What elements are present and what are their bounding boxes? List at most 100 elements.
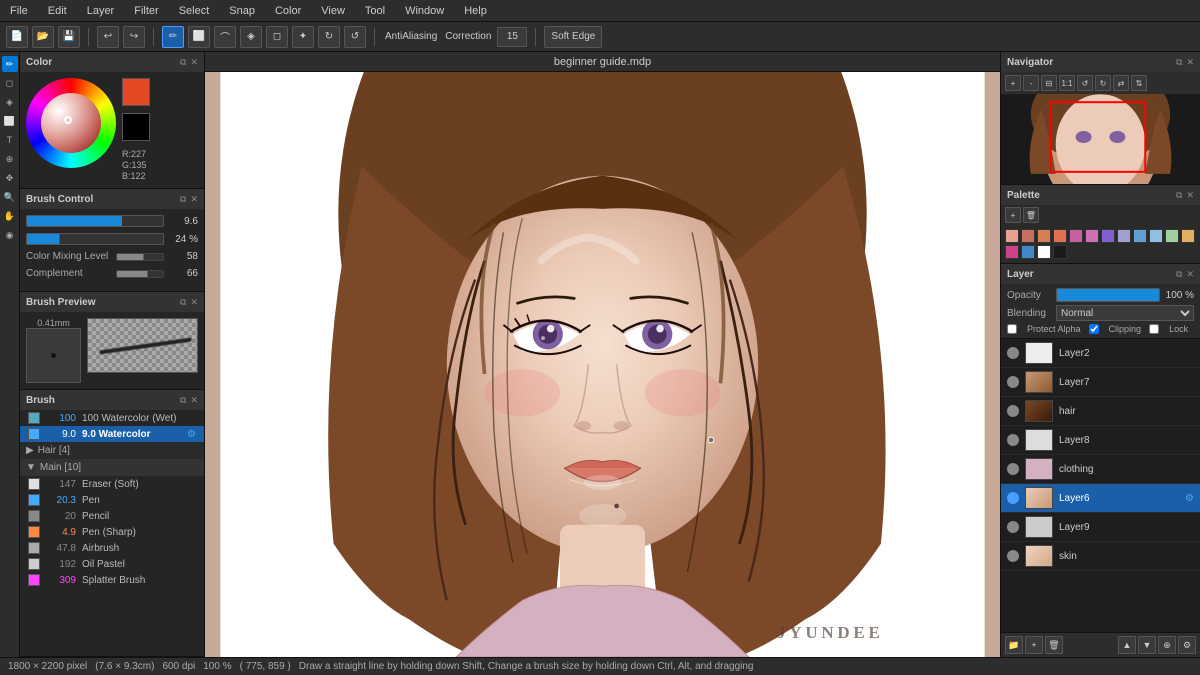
layer-vis-layer9[interactable] xyxy=(1007,521,1019,533)
brush-preview-expand-icon[interactable]: ⧉ xyxy=(180,297,186,308)
layer-merge-btn[interactable]: ⊕ xyxy=(1158,636,1176,654)
brush-item-pencil[interactable]: 20 Pencil xyxy=(20,508,204,524)
undo-btn[interactable]: ↩ xyxy=(97,26,119,48)
brush-item-airbrush[interactable]: 47.8 Airbrush xyxy=(20,540,204,556)
palette-color-7[interactable] xyxy=(1101,229,1115,243)
correction-input[interactable] xyxy=(497,27,527,47)
brush-preset-watercolor-selected[interactable]: 9.0 9.0 Watercolor ⚙ xyxy=(20,426,204,442)
layer-vis-layer8[interactable] xyxy=(1007,434,1019,446)
palette-color-14[interactable] xyxy=(1021,245,1035,259)
navigator-expand-icon[interactable]: ⧉ xyxy=(1176,57,1182,68)
nav-rotate-left-btn[interactable]: ↺ xyxy=(1077,75,1093,91)
palette-color-5[interactable] xyxy=(1069,229,1083,243)
color-tool-icon[interactable]: ◉ xyxy=(2,227,18,243)
mix-slider[interactable] xyxy=(116,253,164,261)
brush-category-hair[interactable]: ▶ Hair [4] xyxy=(20,442,204,459)
layer-move-down-btn[interactable]: ▼ xyxy=(1138,636,1156,654)
nav-rotate-right-btn[interactable]: ↻ xyxy=(1095,75,1111,91)
palette-color-10[interactable] xyxy=(1149,229,1163,243)
layer-add-folder-btn[interactable]: 📁 xyxy=(1005,636,1023,654)
menu-view[interactable]: View xyxy=(317,3,349,19)
rotate2-btn[interactable]: ↺ xyxy=(344,26,366,48)
eyedropper-btn[interactable]: ✦ xyxy=(292,26,314,48)
new-file-btn[interactable]: 📄 xyxy=(6,26,28,48)
brush-item-splatter[interactable]: 309 Splatter Brush xyxy=(20,572,204,588)
menu-file[interactable]: File xyxy=(6,3,32,19)
move-icon[interactable]: ✥ xyxy=(2,170,18,186)
brush-preset-watercolor-wet[interactable]: 100 100 Watercolor (Wet) xyxy=(20,410,204,426)
layer-item-layer7[interactable]: Layer7 xyxy=(1001,368,1200,397)
brush-item-oil-pastel[interactable]: 192 Oil Pastel xyxy=(20,556,204,572)
background-color-swatch[interactable] xyxy=(122,113,150,141)
fill-icon[interactable]: ◈ xyxy=(2,94,18,110)
hand-icon[interactable]: ✋ xyxy=(2,208,18,224)
palette-color-16[interactable] xyxy=(1053,245,1067,259)
brush-list-close-icon[interactable]: ✕ xyxy=(190,395,198,406)
canvas-image[interactable]: JYUNDEE xyxy=(205,72,1000,657)
layer-item-skin[interactable]: skin xyxy=(1001,542,1200,571)
menu-snap[interactable]: Snap xyxy=(225,3,259,19)
rotate-btn[interactable]: ↻ xyxy=(318,26,340,48)
layer-item-layer8[interactable]: Layer8 xyxy=(1001,426,1200,455)
brush-preview-close-icon[interactable]: ✕ xyxy=(190,297,198,308)
fill-btn[interactable]: ◈ xyxy=(240,26,262,48)
layer-vis-hair[interactable] xyxy=(1007,405,1019,417)
layer-item-layer9[interactable]: Layer9 xyxy=(1001,513,1200,542)
palette-color-1[interactable] xyxy=(1005,229,1019,243)
layer-settings-btn[interactable]: ⚙ xyxy=(1178,636,1196,654)
palette-color-11[interactable] xyxy=(1165,229,1179,243)
lock-checkbox[interactable] xyxy=(1149,324,1159,334)
layer-expand-icon[interactable]: ⧉ xyxy=(1176,269,1182,280)
layer-vis-skin[interactable] xyxy=(1007,550,1019,562)
color-expand-icon[interactable]: ⧉ xyxy=(180,57,186,68)
foreground-color-swatch[interactable] xyxy=(122,78,150,106)
layer-close-icon[interactable]: ✕ xyxy=(1186,269,1194,280)
open-btn[interactable]: 📂 xyxy=(32,26,54,48)
menu-tool[interactable]: Tool xyxy=(361,3,389,19)
menu-filter[interactable]: Filter xyxy=(130,3,162,19)
opacity-bar[interactable] xyxy=(1056,288,1160,302)
menu-layer[interactable]: Layer xyxy=(83,3,119,19)
opacity-slider[interactable] xyxy=(26,233,164,245)
menu-select[interactable]: Select xyxy=(175,3,214,19)
palette-expand-icon[interactable]: ⧉ xyxy=(1176,190,1182,201)
palette-delete-btn[interactable]: 🗑 xyxy=(1023,207,1039,223)
layer-vis-layer2[interactable] xyxy=(1007,347,1019,359)
brush-control-close-icon[interactable]: ✕ xyxy=(190,194,198,205)
lasso-btn[interactable]: ⌒ xyxy=(214,26,236,48)
size-slider[interactable] xyxy=(26,215,164,227)
brush-category-main[interactable]: ▼ Main [10] xyxy=(20,459,204,476)
clipping-checkbox[interactable] xyxy=(1089,324,1099,334)
menu-edit[interactable]: Edit xyxy=(44,3,71,19)
nav-flip-h-btn[interactable]: ⇄ xyxy=(1113,75,1129,91)
layer-item-layer2[interactable]: Layer2 xyxy=(1001,339,1200,368)
eraser-btn[interactable]: ◻ xyxy=(266,26,288,48)
palette-color-4[interactable] xyxy=(1053,229,1067,243)
menu-window[interactable]: Window xyxy=(401,3,448,19)
navigator-close-icon[interactable]: ✕ xyxy=(1186,57,1194,68)
nav-fit-btn[interactable]: ⊟ xyxy=(1041,75,1057,91)
brush-tool-btn[interactable]: ✏ xyxy=(162,26,184,48)
eyedropper-icon[interactable]: ⊕ xyxy=(2,151,18,167)
palette-color-12[interactable] xyxy=(1181,229,1195,243)
palette-color-6[interactable] xyxy=(1085,229,1099,243)
brush-item-pen-sharp[interactable]: 4.9 Pen (Sharp) xyxy=(20,524,204,540)
brush-icon[interactable]: ✏ xyxy=(2,56,18,72)
palette-color-2[interactable] xyxy=(1021,229,1035,243)
nav-zoom-out-btn[interactable]: - xyxy=(1023,75,1039,91)
palette-color-15[interactable] xyxy=(1037,245,1051,259)
zoom-icon[interactable]: 🔍 xyxy=(2,189,18,205)
layer-vis-layer7[interactable] xyxy=(1007,376,1019,388)
protect-alpha-checkbox[interactable] xyxy=(1007,324,1017,334)
palette-color-9[interactable] xyxy=(1133,229,1147,243)
softedge-toggle[interactable]: Soft Edge xyxy=(544,26,602,48)
text-icon[interactable]: T xyxy=(2,132,18,148)
select-tool-btn[interactable]: ⬜ xyxy=(188,26,210,48)
blending-select[interactable]: Normal xyxy=(1056,305,1194,321)
brush-control-expand-icon[interactable]: ⧉ xyxy=(180,194,186,205)
layer-delete-btn[interactable]: 🗑 xyxy=(1045,636,1063,654)
palette-close-icon[interactable]: ✕ xyxy=(1186,190,1194,201)
brush-settings-icon[interactable]: ⚙ xyxy=(187,429,196,440)
layer-vis-clothing[interactable] xyxy=(1007,463,1019,475)
layer-item-layer6[interactable]: Layer6 ⚙ xyxy=(1001,484,1200,513)
